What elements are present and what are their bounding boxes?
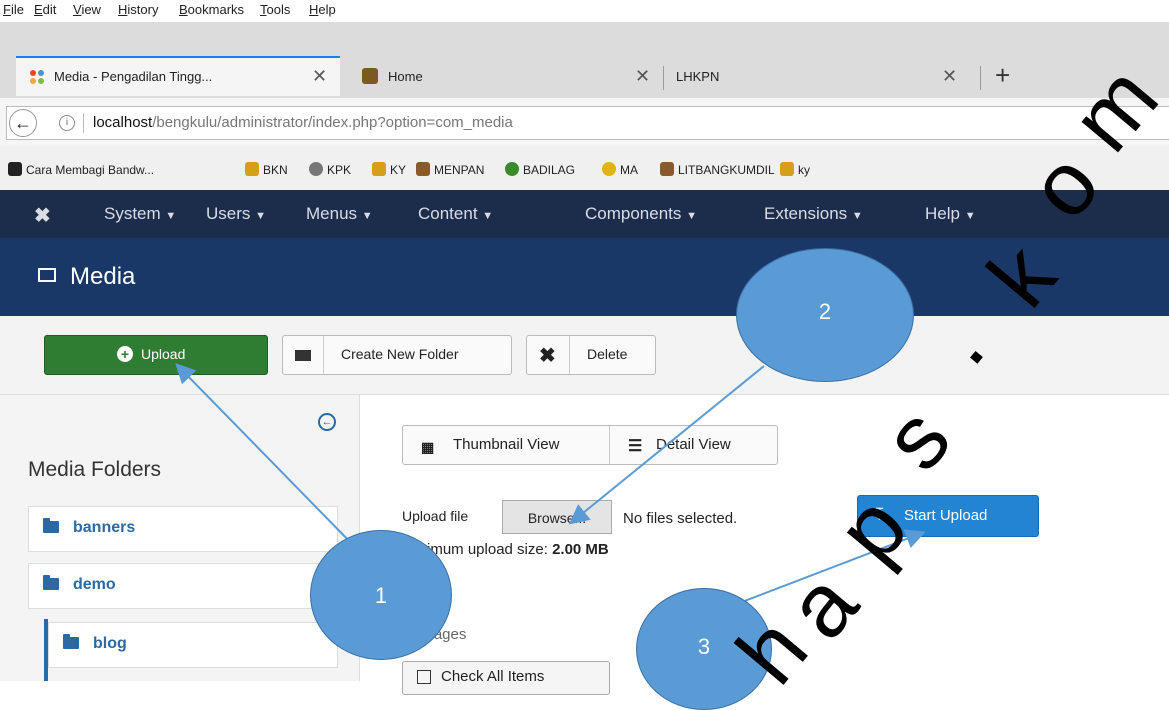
callout-number: 1 (374, 583, 388, 608)
callout-1: 1 (310, 530, 452, 660)
annotation-arrows (175, 363, 926, 616)
arrow-2 (568, 365, 765, 525)
callout-number: 2 (818, 299, 832, 324)
callout-2: 2 (736, 248, 914, 382)
arrow-1 (175, 363, 357, 549)
